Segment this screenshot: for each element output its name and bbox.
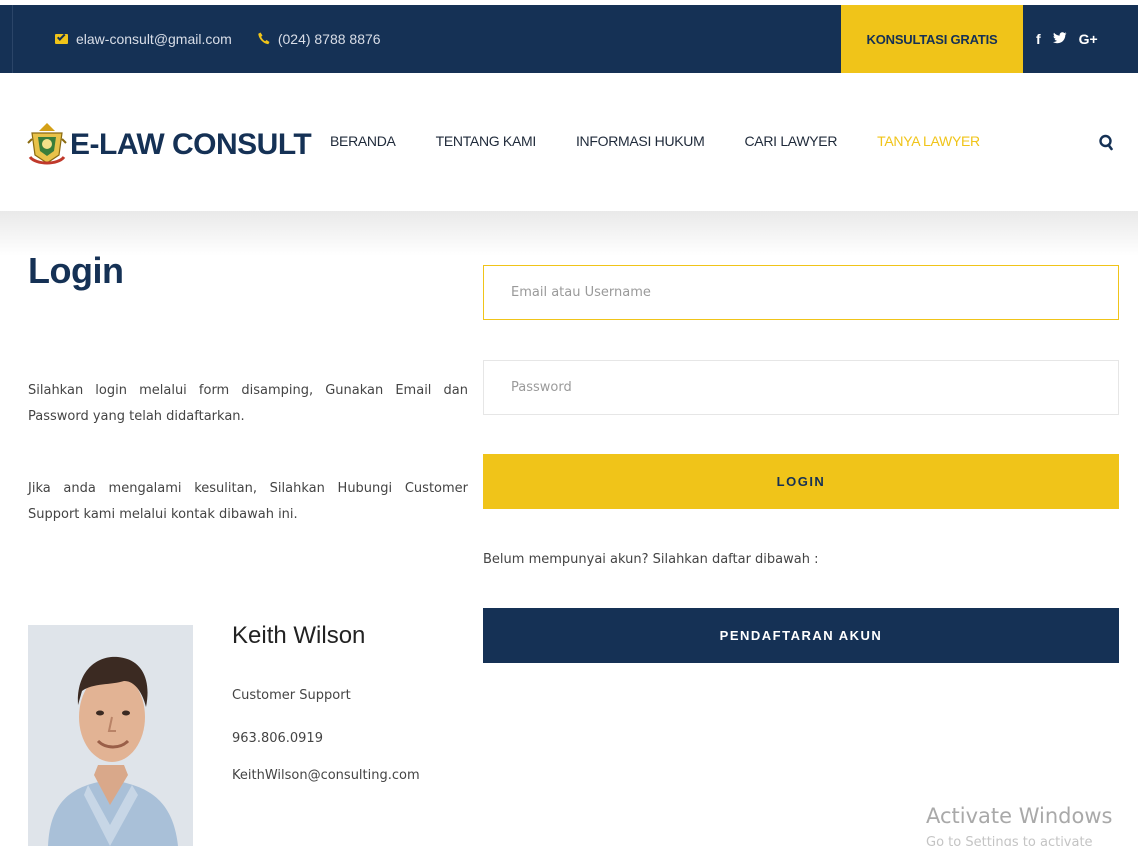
contact-info: elaw-consult@gmail.com (024) 8788 8876: [12, 5, 381, 73]
email-contact[interactable]: elaw-consult@gmail.com: [55, 31, 232, 47]
support-name: Keith Wilson: [232, 622, 366, 649]
nav-item-informasi-hukum[interactable]: INFORMASI HUKUM: [576, 133, 705, 149]
support-phone[interactable]: 963.806.0919: [232, 731, 323, 746]
activate-windows-watermark: Activate Windows: [926, 804, 1113, 828]
main-header: E-LAW CONSULT BERANDA TENTANG KAMI INFOR…: [0, 73, 1138, 213]
support-email[interactable]: KeithWilson@consulting.com: [232, 768, 420, 783]
main-nav: BERANDA TENTANG KAMI INFORMASI HUKUM CAR…: [330, 133, 980, 149]
support-role: Customer Support: [232, 688, 351, 703]
top-bar: elaw-consult@gmail.com (024) 8788 8876 K…: [0, 5, 1138, 73]
activate-windows-subtext: Go to Settings to activate Windows.: [926, 836, 1093, 846]
free-consultation-button[interactable]: KONSULTASI GRATIS: [841, 5, 1023, 73]
password-input[interactable]: [483, 360, 1119, 415]
nav-item-beranda[interactable]: BERANDA: [330, 133, 396, 149]
phone-text: (024) 8788 8876: [277, 31, 381, 47]
logo-text: E-LAW CONSULT: [70, 128, 312, 161]
nav-item-tentang-kami[interactable]: TENTANG KAMI: [436, 133, 537, 149]
login-button[interactable]: LOGIN: [483, 454, 1119, 509]
page-title: Login: [28, 250, 124, 291]
no-account-text: Belum mempunyai akun? Silahkan daftar di…: [483, 552, 819, 567]
nav-item-cari-lawyer[interactable]: CARI LAWYER: [744, 133, 837, 149]
header-shadow: [0, 211, 1138, 256]
login-instructions: Silahkan login melalui form disamping, G…: [28, 383, 468, 424]
phone-contact[interactable]: (024) 8788 8876: [258, 31, 381, 47]
site-logo[interactable]: E-LAW CONSULT: [26, 121, 312, 169]
twitter-icon[interactable]: [1052, 31, 1067, 47]
facebook-icon[interactable]: f: [1036, 31, 1041, 47]
register-account-button[interactable]: PENDAFTARAN AKUN: [483, 608, 1119, 663]
search-icon[interactable]: [1099, 134, 1113, 152]
phone-icon: [258, 32, 270, 47]
mail-icon: [55, 34, 68, 44]
google-plus-icon[interactable]: G+: [1079, 31, 1098, 47]
email-text: elaw-consult@gmail.com: [76, 31, 232, 47]
social-links: f G+: [1036, 5, 1110, 73]
emblem-icon: [26, 121, 68, 169]
email-username-input[interactable]: [483, 265, 1119, 320]
support-instructions: Jika anda mengalami kesulitan, Silahkan …: [28, 481, 468, 522]
support-avatar: [28, 625, 193, 846]
nav-item-tanya-lawyer[interactable]: TANYA LAWYER: [877, 133, 980, 149]
